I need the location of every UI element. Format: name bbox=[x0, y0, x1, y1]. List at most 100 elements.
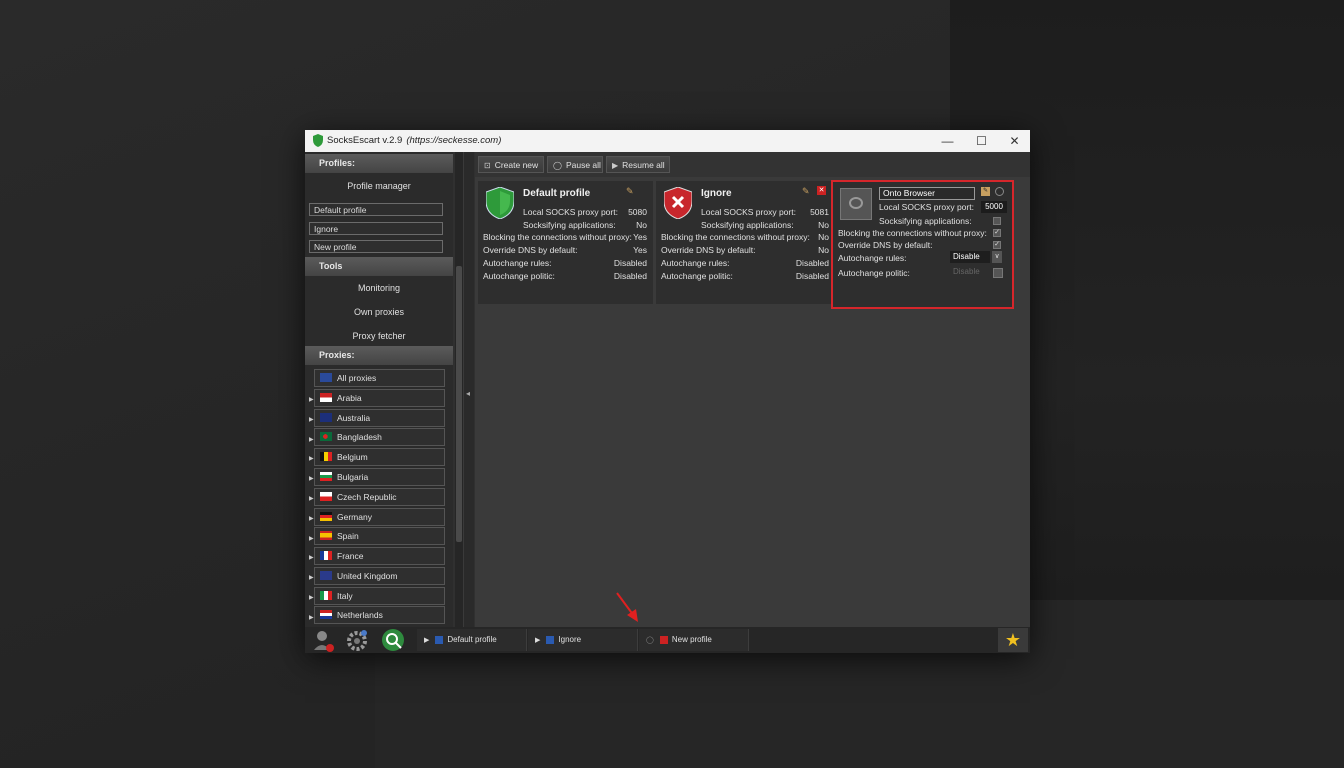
star-icon[interactable]: ★ bbox=[998, 628, 1028, 652]
panel-splitter[interactable]: ◂ bbox=[463, 152, 474, 627]
play-icon[interactable]: ▶ bbox=[424, 637, 429, 644]
expand-icon[interactable]: ▶ bbox=[309, 535, 314, 542]
blocking-checkbox[interactable]: ✓ bbox=[993, 229, 1001, 237]
flag-australia-icon bbox=[320, 413, 332, 422]
sidebar-profile-default[interactable]: Default profile bbox=[309, 203, 443, 216]
delete-icon[interactable]: ✕ bbox=[817, 186, 826, 195]
sidebar-profile-ignore[interactable]: Ignore bbox=[309, 222, 443, 235]
pause-all-button[interactable]: ◯ Pause all bbox=[547, 156, 603, 173]
profile-name-input[interactable]: Onto Browser bbox=[879, 187, 975, 200]
row-label: Autochange rules: bbox=[661, 258, 730, 268]
resume-all-button[interactable]: ▶ Resume all bbox=[606, 156, 670, 173]
tab-ignore[interactable]: ▶ Ignore bbox=[528, 629, 638, 651]
maximize-button[interactable]: ☐ bbox=[965, 130, 998, 152]
play-icon[interactable]: ▶ bbox=[535, 637, 540, 644]
row-value: Disabled bbox=[795, 271, 829, 281]
new-profile-edit-card[interactable]: Onto Browser ✎ Local SOCKS proxy port: 5… bbox=[831, 180, 1014, 309]
sidebar-scroll-thumb[interactable] bbox=[456, 266, 462, 542]
row-label: Local SOCKS proxy port: bbox=[701, 207, 796, 217]
expand-icon[interactable]: ▶ bbox=[309, 614, 314, 621]
row-label: Autochange politic: bbox=[483, 271, 555, 281]
expand-icon[interactable]: ▶ bbox=[309, 554, 314, 561]
row-label: Autochange politic: bbox=[661, 271, 733, 281]
dns-checkbox[interactable]: ✓ bbox=[993, 241, 1001, 249]
country-germany[interactable]: Germany bbox=[314, 508, 445, 526]
row-value: No bbox=[818, 220, 829, 230]
row-label: Socksifying applications: bbox=[701, 220, 794, 230]
sidebar-profile-new[interactable]: New profile bbox=[309, 240, 443, 253]
flag-uk-icon bbox=[320, 571, 332, 580]
row-value: No bbox=[636, 220, 647, 230]
row-label: Local SOCKS proxy port: bbox=[523, 207, 618, 217]
autochange-rules-select[interactable]: Disable bbox=[950, 251, 990, 263]
flag-germany-icon bbox=[320, 512, 332, 521]
edit-icon[interactable]: ✎ bbox=[802, 186, 810, 197]
port-input[interactable]: 5000 bbox=[981, 201, 1007, 213]
country-france[interactable]: France bbox=[314, 547, 445, 565]
country-all-proxies[interactable]: All proxies bbox=[314, 369, 445, 387]
tool-own-proxies[interactable]: Own proxies bbox=[305, 307, 453, 317]
profiles-header: Profiles: bbox=[305, 154, 453, 173]
autochange-politic-select[interactable]: Disable bbox=[950, 266, 993, 278]
tab-default-profile[interactable]: ▶ Default profile bbox=[417, 629, 527, 651]
flag-bangladesh-icon bbox=[320, 432, 332, 441]
edit-icon[interactable]: ✎ bbox=[981, 187, 990, 196]
tool-proxy-fetcher[interactable]: Proxy fetcher bbox=[305, 331, 453, 341]
edit-icon[interactable]: ✎ bbox=[626, 186, 634, 197]
flag-belgium-icon bbox=[320, 452, 332, 461]
port-label: Local SOCKS proxy port: bbox=[879, 202, 974, 212]
collapse-arrow-icon[interactable]: ◂ bbox=[466, 389, 470, 398]
app-shield-icon bbox=[313, 134, 323, 147]
expand-icon[interactable]: ▶ bbox=[309, 416, 314, 423]
profile-avatar[interactable] bbox=[840, 188, 872, 220]
socksify-checkbox[interactable] bbox=[993, 217, 1001, 225]
country-australia[interactable]: Australia bbox=[314, 409, 445, 427]
country-bangladesh[interactable]: Bangladesh bbox=[314, 428, 445, 446]
country-arabia[interactable]: Arabia bbox=[314, 389, 445, 407]
settings-icon[interactable] bbox=[995, 187, 1004, 196]
profile-manager-link[interactable]: Profile manager bbox=[305, 181, 453, 191]
pause-icon: ◯ bbox=[553, 161, 562, 170]
country-belgium[interactable]: Belgium bbox=[314, 448, 445, 466]
profile-card-default[interactable]: Default profile ✎ Local SOCKS proxy port… bbox=[478, 181, 653, 304]
expand-icon[interactable]: ▶ bbox=[309, 495, 314, 502]
gear-icon[interactable] bbox=[345, 628, 369, 652]
minimize-button[interactable]: — bbox=[931, 130, 964, 152]
tool-monitoring[interactable]: Monitoring bbox=[305, 283, 453, 293]
politic-checkbox[interactable] bbox=[993, 268, 1003, 278]
green-shield-icon bbox=[486, 187, 514, 219]
create-new-button[interactable]: ⊡ Create new bbox=[478, 156, 544, 173]
expand-icon[interactable]: ▶ bbox=[309, 436, 314, 443]
row-value: Disabled bbox=[613, 271, 647, 281]
flag-france-icon bbox=[320, 551, 332, 560]
country-czech-republic[interactable]: Czech Republic bbox=[314, 488, 445, 506]
play-icon: ▶ bbox=[612, 161, 619, 170]
red-shield-icon bbox=[664, 187, 692, 219]
row-label: Autochange rules: bbox=[483, 258, 552, 268]
status-bar: ▶ Default profile ▶ Ignore ◯ New profile ★ bbox=[305, 627, 1030, 653]
tools-header: Tools bbox=[305, 257, 453, 276]
country-italy[interactable]: Italy bbox=[314, 587, 445, 605]
row-value: 5080 bbox=[628, 207, 647, 217]
globe-search-icon[interactable] bbox=[381, 628, 405, 652]
user-block-icon[interactable] bbox=[311, 628, 335, 652]
expand-icon[interactable]: ▶ bbox=[309, 515, 314, 522]
expand-icon[interactable]: ▶ bbox=[309, 396, 314, 403]
stopped-icon[interactable]: ◯ bbox=[646, 637, 654, 644]
country-united-kingdom[interactable]: United Kingdom bbox=[314, 567, 445, 585]
country-netherlands[interactable]: Netherlands bbox=[314, 606, 445, 624]
tab-new-profile[interactable]: ◯ New profile bbox=[639, 629, 749, 651]
expand-icon[interactable]: ▶ bbox=[309, 574, 314, 581]
flag-netherlands-icon bbox=[320, 610, 332, 619]
country-spain[interactable]: Spain bbox=[314, 527, 445, 545]
close-button[interactable]: ✕ bbox=[998, 130, 1031, 152]
row-label: Override DNS by default: bbox=[661, 245, 756, 255]
profile-card-ignore[interactable]: Ignore ✎ ✕ Local SOCKS proxy port: 5081 … bbox=[656, 181, 831, 304]
row-label: Blocking the connections without proxy: bbox=[483, 232, 632, 242]
expand-icon[interactable]: ▶ bbox=[309, 455, 314, 462]
expand-icon[interactable]: ▶ bbox=[309, 475, 314, 482]
expand-icon[interactable]: ▶ bbox=[309, 594, 314, 601]
flag-red-white-icon bbox=[320, 393, 332, 402]
country-bulgaria[interactable]: Bulgaria bbox=[314, 468, 445, 486]
chevron-down-icon[interactable]: ∨ bbox=[992, 251, 1002, 263]
